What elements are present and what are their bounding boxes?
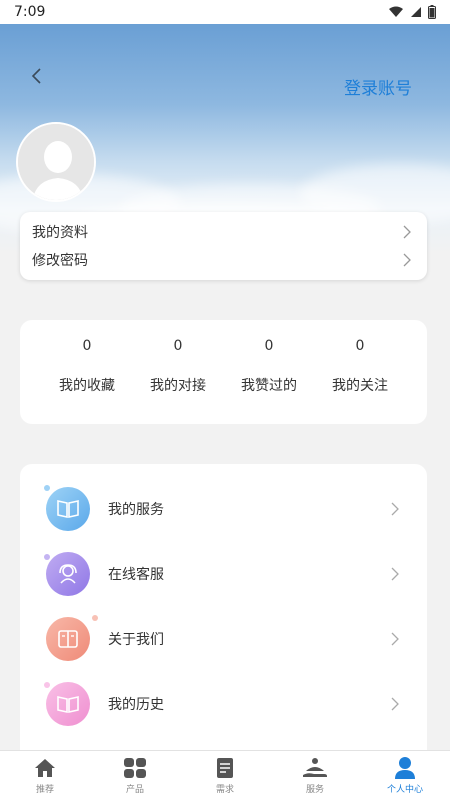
menu-item-label: 关于我们 <box>108 632 164 648</box>
service-menu-card: 我的服务 在线客服 关于我们 我的历史 <box>20 464 427 764</box>
stat-following-label: 我的关注 <box>332 378 388 394</box>
chevron-right-icon <box>391 502 399 516</box>
document-icon <box>46 617 90 661</box>
tab-label: 需求 <box>215 785 234 795</box>
chevron-right-icon <box>391 567 399 581</box>
menu-item-label: 我的服务 <box>108 502 164 518</box>
chevron-right-icon <box>403 253 411 267</box>
book-icon <box>46 487 90 531</box>
stats-card: 0 我的收藏 0 我的对接 0 我赞过的 0 我的关注 <box>20 320 427 424</box>
change-password-label: 修改密码 <box>32 253 88 269</box>
stat-following-count: 0 <box>355 338 365 354</box>
menu-item-online-service[interactable]: 在线客服 <box>20 546 427 602</box>
decor-dot <box>44 554 50 560</box>
chevron-right-icon <box>403 225 411 239</box>
back-button[interactable] <box>24 64 48 88</box>
menu-item-my-services[interactable]: 我的服务 <box>20 481 427 537</box>
avatar[interactable] <box>16 122 96 202</box>
status-time: 7:09 <box>14 4 46 20</box>
menu-item-label: 我的历史 <box>108 697 164 713</box>
battery-icon <box>428 5 436 19</box>
login-account-button[interactable]: 登录账号 <box>344 74 412 99</box>
stat-liked-label: 我赞过的 <box>241 378 297 394</box>
decor-dot <box>44 485 50 491</box>
stat-favorites[interactable]: 0 我的收藏 <box>42 320 132 424</box>
menu-item-label: 在线客服 <box>108 567 164 583</box>
tab-requirements[interactable]: 需求 <box>180 751 270 800</box>
chevron-left-icon <box>31 68 41 84</box>
stat-connections-count: 0 <box>173 338 183 354</box>
status-bar: 7:09 <box>0 0 450 24</box>
stat-following[interactable]: 0 我的关注 <box>315 320 405 424</box>
stat-liked[interactable]: 0 我赞过的 <box>224 320 314 424</box>
tab-services[interactable]: 服务 <box>270 751 360 800</box>
person-icon <box>393 756 417 780</box>
profile-settings-card: 我的资料 修改密码 <box>20 212 427 280</box>
signal-icon <box>411 7 421 17</box>
decor-dot <box>44 682 50 688</box>
tab-label: 个人中心 <box>386 785 423 795</box>
grid-icon <box>123 756 147 780</box>
stat-connections-label: 我的对接 <box>150 378 206 394</box>
customer-service-icon <box>46 552 90 596</box>
tab-recommend[interactable]: 推荐 <box>0 751 90 800</box>
bottom-tab-bar: 推荐 产品 需求 服务 个人中心 <box>0 750 450 800</box>
stat-favorites-label: 我的收藏 <box>59 378 115 394</box>
requirement-icon <box>215 756 235 780</box>
decor-dot <box>92 615 98 621</box>
home-icon <box>33 756 57 780</box>
tab-label: 服务 <box>305 785 324 795</box>
tab-label: 推荐 <box>35 785 54 795</box>
wifi-icon <box>389 6 403 17</box>
menu-item-about-us[interactable]: 关于我们 <box>20 611 427 667</box>
change-password-row[interactable]: 修改密码 <box>20 246 427 274</box>
tab-products[interactable]: 产品 <box>90 751 180 800</box>
menu-item-my-history[interactable]: 我的历史 <box>20 676 427 732</box>
tab-personal-center[interactable]: 个人中心 <box>360 751 450 800</box>
stat-liked-count: 0 <box>264 338 274 354</box>
chevron-right-icon <box>391 697 399 711</box>
stat-favorites-count: 0 <box>82 338 92 354</box>
my-profile-label: 我的资料 <box>32 225 88 241</box>
my-profile-row[interactable]: 我的资料 <box>20 218 427 246</box>
tab-label: 产品 <box>125 785 144 795</box>
chevron-right-icon <box>391 632 399 646</box>
history-icon <box>46 682 90 726</box>
status-icons <box>388 5 436 19</box>
service-icon <box>302 756 328 780</box>
stat-connections[interactable]: 0 我的对接 <box>133 320 223 424</box>
